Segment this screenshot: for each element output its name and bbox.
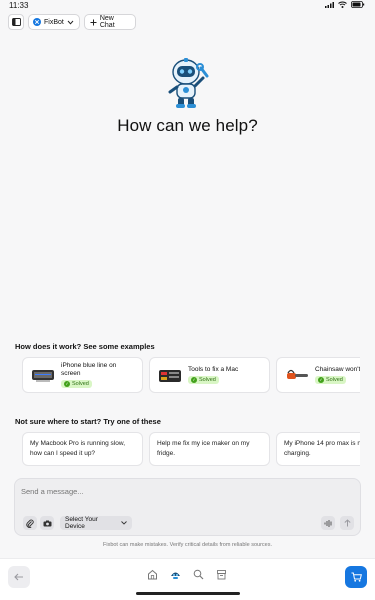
home-icon[interactable] xyxy=(147,569,158,580)
send-button[interactable] xyxy=(340,516,354,530)
examples-heading: How does it work? See some examples xyxy=(15,342,155,351)
robot-mascot-icon xyxy=(168,58,208,108)
bot-icon xyxy=(33,18,41,26)
status-badge: ✓ Solved xyxy=(315,376,346,384)
hero: How can we help? xyxy=(0,56,375,136)
bot-selector[interactable]: FixBot xyxy=(28,14,80,30)
example-title: Chainsaw won't xyxy=(315,366,360,373)
suggestion-card[interactable]: My Macbook Pro is running slow, how can … xyxy=(22,432,143,466)
phone-thumbnail-icon xyxy=(32,370,54,382)
camera-button[interactable] xyxy=(40,516,54,530)
sidebar-icon xyxy=(11,18,21,26)
chainsaw-thumbnail-icon xyxy=(287,369,308,379)
cart-button[interactable] xyxy=(345,566,367,588)
message-composer: Select Your Device xyxy=(14,478,361,536)
suggestions-heading: Not sure where to start? Try one of thes… xyxy=(15,417,161,426)
signal-icon xyxy=(325,1,334,8)
chevron-down-icon xyxy=(121,521,127,525)
examples-row[interactable]: iPhone blue line on screen ✓ Solved Tools… xyxy=(22,357,360,393)
hero-title: How can we help? xyxy=(117,116,258,135)
waveform-icon xyxy=(324,519,331,527)
status-label: Solved xyxy=(199,377,216,383)
plus-icon xyxy=(90,19,97,25)
example-title: iPhone blue line on screen xyxy=(61,362,117,377)
check-icon: ✓ xyxy=(318,377,324,383)
wifi-icon xyxy=(338,1,347,8)
status-time: 11:33 xyxy=(9,1,29,10)
example-card[interactable]: Tools to fix a Mac ✓ Solved xyxy=(149,357,270,393)
chevron-down-icon xyxy=(67,20,74,25)
bot-face-icon[interactable] xyxy=(170,569,181,580)
bot-name: FixBot xyxy=(44,18,64,26)
home-indicator xyxy=(136,592,240,595)
attach-button[interactable] xyxy=(23,516,37,530)
status-badge: ✓ Solved xyxy=(188,376,219,384)
suggestion-card[interactable]: Help me fix my ice maker on my fridge. xyxy=(149,432,270,466)
battery-icon xyxy=(351,1,365,8)
camera-icon xyxy=(43,520,51,526)
toolkit-thumbnail-icon xyxy=(159,370,181,382)
cart-icon xyxy=(351,572,362,582)
example-card[interactable]: iPhone blue line on screen ✓ Solved xyxy=(22,357,143,393)
system-indicators xyxy=(325,1,365,8)
status-bar: 11:33 xyxy=(0,0,375,12)
arrow-up-icon xyxy=(343,519,351,527)
paperclip-icon xyxy=(26,519,34,528)
device-select[interactable]: Select Your Device xyxy=(60,516,132,530)
example-title: Tools to fix a Mac xyxy=(188,366,239,373)
check-icon: ✓ xyxy=(191,377,197,383)
disclaimer: Fixbot can make mistakes. Verify critica… xyxy=(102,542,273,548)
check-icon: ✓ xyxy=(64,381,70,387)
voice-button[interactable] xyxy=(321,516,335,530)
bottom-nav xyxy=(147,569,227,580)
bottom-bar xyxy=(0,558,375,600)
new-chat-button[interactable]: New Chat xyxy=(84,14,136,30)
sidebar-toggle-button[interactable] xyxy=(8,14,24,30)
status-label: Solved xyxy=(72,381,89,387)
search-icon[interactable] xyxy=(193,569,204,580)
suggestions-row[interactable]: My Macbook Pro is running slow, how can … xyxy=(22,432,360,466)
back-button[interactable] xyxy=(8,566,30,588)
suggestion-card[interactable]: My iPhone 14 pro max is not charging. xyxy=(276,432,360,466)
status-label: Solved xyxy=(326,377,343,383)
device-select-label: Select Your Device xyxy=(65,516,98,530)
box-icon[interactable] xyxy=(216,569,227,580)
new-chat-label: New Chat xyxy=(99,15,115,29)
status-badge: ✓ Solved xyxy=(61,380,92,388)
example-card[interactable]: Chainsaw won't ✓ Solved xyxy=(276,357,360,393)
arrow-left-icon xyxy=(14,573,23,581)
message-input[interactable] xyxy=(21,487,321,496)
top-bar: FixBot New Chat xyxy=(0,14,375,34)
